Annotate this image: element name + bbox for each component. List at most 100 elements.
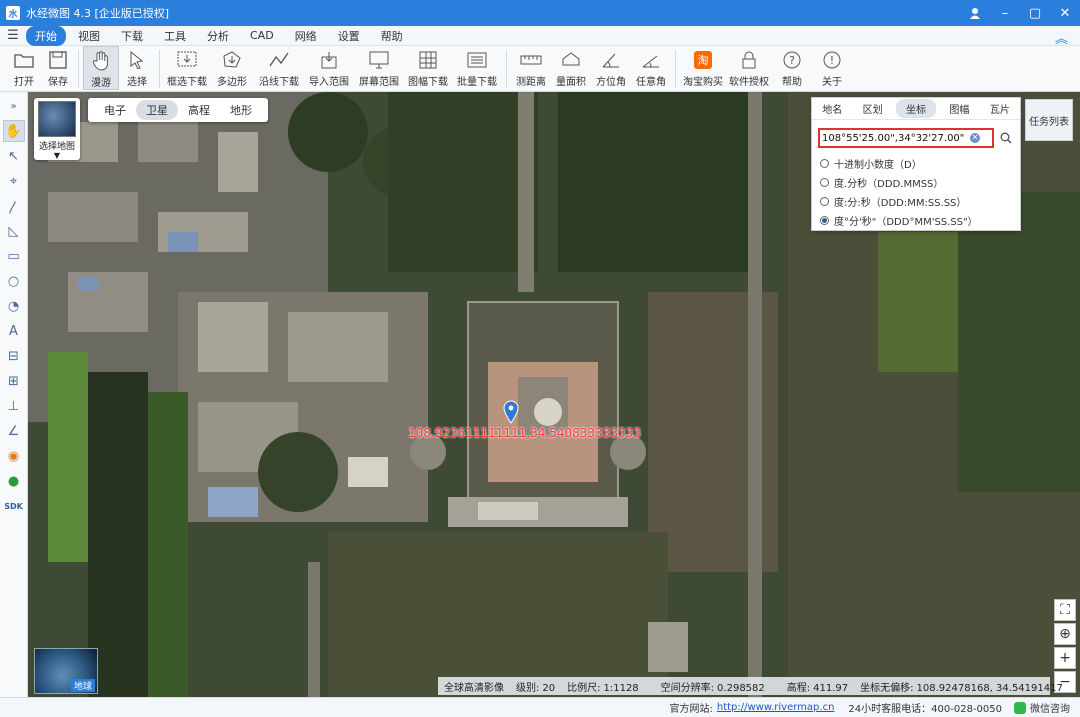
map-view[interactable]: 选择地图 ▼ 电子 卫星 高程 地形 108.923611111111,34.5… — [28, 92, 1080, 697]
scale-value: 1:1128 — [603, 682, 639, 694]
format-option-symbol-dms[interactable]: 度°分'秒"（DDD°MM'SS.SS"） — [820, 211, 1020, 230]
hand-pan-icon[interactable]: ✋ — [2, 120, 25, 142]
format-option-decimal[interactable]: 十进制小数度（D） — [820, 154, 1020, 173]
sheet-download-button[interactable]: 图幅下载 — [404, 46, 452, 90]
sdk-icon[interactable]: SDK — [3, 495, 25, 517]
tab-coordinate[interactable]: 坐标 — [895, 99, 937, 118]
screen-range-button[interactable]: 屏幕范围 — [354, 46, 404, 90]
title-bar: 水 水经微图 4.3 [企业版已授权] – ▢ ✕ — [0, 0, 1080, 26]
radio-button-selected[interactable] — [820, 216, 829, 225]
window-title: 水经微图 4.3 [企业版已授权] — [26, 7, 170, 20]
area-tool-icon[interactable]: ◺ — [3, 220, 25, 242]
task-list-button[interactable]: 任务列表 — [1025, 99, 1073, 141]
fullscreen-icon[interactable]: ⛶ — [1054, 599, 1076, 621]
menu-view[interactable]: 视图 — [69, 26, 109, 46]
map-type-electronic[interactable]: 电子 — [94, 100, 136, 120]
marker-tool-icon[interactable]: ⌖ — [3, 170, 25, 192]
area-measure-tool-icon[interactable]: ⊞ — [3, 370, 25, 392]
map-type-satellite[interactable]: 卫星 — [136, 100, 178, 120]
any-angle-button[interactable]: 任意角 — [631, 46, 671, 90]
minimize-button[interactable]: – — [990, 0, 1020, 26]
wechat-icon[interactable] — [1014, 701, 1026, 714]
sector-tool-icon[interactable]: ◔ — [3, 295, 25, 317]
menu-settings[interactable]: 设置 — [329, 26, 369, 46]
azimuth-button[interactable]: 方位角 — [591, 46, 631, 90]
about-button[interactable]: ! 关于 — [812, 46, 852, 90]
measure-tool-icon[interactable]: ⊟ — [3, 345, 25, 367]
polyline-tool-icon[interactable]: 〳 — [3, 195, 25, 217]
tab-tile[interactable]: 瓦片 — [980, 101, 1020, 116]
radio-button[interactable] — [820, 159, 829, 168]
radio-button[interactable] — [820, 178, 829, 187]
basemap-selector[interactable]: 选择地图 ▼ — [34, 98, 80, 160]
expand-sidebar-icon[interactable]: » — [3, 95, 25, 117]
menu-download[interactable]: 下载 — [112, 26, 152, 46]
radio-button[interactable] — [820, 197, 829, 206]
site-link[interactable]: http://www.rivermap.cn — [717, 702, 835, 713]
zoom-level: 20 — [542, 682, 556, 694]
earth-view-button[interactable]: 地球 — [34, 648, 98, 694]
toolbar-separator — [506, 50, 507, 88]
clear-input-icon[interactable]: ✕ — [970, 133, 980, 143]
scale-key: 比例尺: — [567, 682, 601, 694]
location-pin-icon[interactable] — [503, 400, 519, 424]
batch-download-button[interactable]: 批量下载 — [452, 46, 502, 90]
menu-start[interactable]: 开始 — [26, 25, 66, 46]
menu-network[interactable]: 网络 — [286, 26, 326, 46]
plugin-icon[interactable]: ● — [3, 470, 25, 492]
save-button[interactable]: 保存 — [42, 46, 74, 90]
collapse-ribbon-icon[interactable]: ︽ — [1055, 28, 1068, 47]
cursor-select-icon[interactable]: ↖ — [3, 145, 25, 167]
app-logo-icon: 水 — [6, 6, 20, 20]
format-option-dot-dms[interactable]: 度.分秒（DDD.MMSS） — [820, 173, 1020, 192]
taobao-buy-button[interactable]: 淘 淘宝购买 — [680, 46, 726, 90]
circle-tool-icon[interactable]: ○ — [3, 270, 25, 292]
help-button[interactable]: ? 帮助 — [772, 46, 812, 90]
text-tool-icon[interactable]: A — [3, 320, 25, 342]
coordinate-input[interactable] — [820, 132, 966, 144]
tab-map-sheet[interactable]: 图幅 — [939, 101, 979, 116]
zoom-in-button[interactable]: + — [1054, 647, 1076, 669]
user-icon[interactable] — [960, 0, 990, 26]
open-button[interactable]: 打开 — [6, 46, 42, 90]
caret-down-icon: ▼ — [53, 151, 61, 160]
angle-icon — [640, 50, 662, 70]
polygon-button[interactable]: 多边形 — [210, 46, 254, 90]
taobao-icon: 淘 — [692, 50, 714, 70]
locate-icon[interactable]: ⊕ — [1054, 623, 1076, 645]
wechat-consult[interactable]: 微信咨询 — [1030, 700, 1070, 715]
question-icon: ? — [781, 50, 803, 70]
measure-area-button[interactable]: 量面积 — [551, 46, 591, 90]
azimuth-tool-icon[interactable]: ⊥ — [3, 395, 25, 417]
close-button[interactable]: ✕ — [1050, 0, 1080, 26]
map-type-terrain[interactable]: 地形 — [220, 100, 262, 120]
line-download-icon — [268, 50, 290, 70]
maximize-button[interactable]: ▢ — [1020, 0, 1050, 26]
cursor-coordinate: 108.92478168, 34.54191417 — [916, 682, 1063, 694]
license-button[interactable]: 软件授权 — [726, 46, 772, 90]
menu-cad[interactable]: CAD — [241, 27, 283, 44]
menu-tools[interactable]: 工具 — [155, 26, 195, 46]
ruler-icon — [520, 50, 542, 70]
level-key: 级别: — [516, 682, 540, 694]
pan-button[interactable]: 漫游 — [83, 46, 119, 90]
tab-division[interactable]: 区划 — [852, 101, 892, 116]
tab-place-name[interactable]: 地名 — [812, 101, 852, 116]
rectangle-tool-icon[interactable]: ▭ — [3, 245, 25, 267]
menu-bar: ☰ 开始 视图 下载 工具 分析 CAD 网络 设置 帮助 ︽ — [0, 25, 1080, 47]
search-icon[interactable] — [998, 130, 1014, 146]
area-icon — [560, 50, 582, 70]
menu-analysis[interactable]: 分析 — [198, 26, 238, 46]
import-range-button[interactable]: 导入范围 — [304, 46, 354, 90]
select-button[interactable]: 选择 — [119, 46, 155, 90]
line-download-button[interactable]: 沿线下载 — [254, 46, 304, 90]
format-option-colon-dms[interactable]: 度:分:秒（DDD:MM:SS.SS） — [820, 192, 1020, 211]
measure-distance-button[interactable]: 测距离 — [511, 46, 551, 90]
menu-help[interactable]: 帮助 — [372, 26, 412, 46]
angle-tool-icon[interactable]: ∠ — [3, 420, 25, 442]
layers-icon[interactable]: ◉ — [3, 445, 25, 467]
map-type-elevation[interactable]: 高程 — [178, 100, 220, 120]
hotline-text: 24小时客服电话：400-028-0050 — [848, 704, 1002, 715]
hamburger-menu-icon[interactable]: ☰ — [0, 28, 26, 43]
box-download-button[interactable]: 框选下载 — [164, 46, 210, 90]
